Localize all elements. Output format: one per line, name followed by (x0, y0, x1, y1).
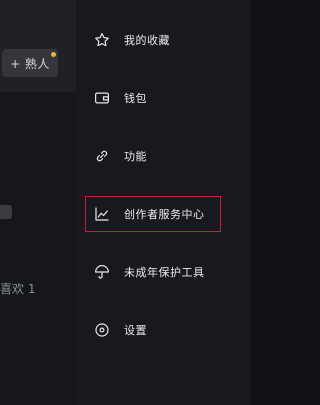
profile-tag-chip (0, 205, 12, 219)
umbrella-icon (92, 262, 112, 282)
menu-item-wallet[interactable]: 钱包 (76, 78, 251, 118)
menu-item-label: 未成年保护工具 (124, 266, 205, 279)
menu-item-label: 设置 (124, 324, 147, 337)
profile-header-band (0, 0, 76, 92)
menu-item-label: 功能 (124, 150, 147, 163)
add-friend-button[interactable]: + 熟人 (2, 49, 58, 77)
highlight-box (85, 196, 221, 232)
wallet-icon (92, 88, 112, 108)
menu-item-favorites[interactable]: 我的收藏 (76, 20, 251, 60)
settings-icon (92, 320, 112, 340)
star-icon (92, 30, 112, 50)
menu-item-settings[interactable]: 设置 (76, 310, 251, 350)
add-friend-label: + 熟人 (10, 56, 50, 71)
menu-item-label: 钱包 (124, 92, 147, 105)
profile-background: + 熟人 喜欢 1 (0, 0, 76, 405)
link-icon (92, 146, 112, 166)
menu-item-minor-protection[interactable]: 未成年保护工具 (76, 252, 251, 292)
likes-count: 喜欢 1 (0, 282, 36, 296)
menu-item-features[interactable]: 功能 (76, 136, 251, 176)
menu-item-label: 我的收藏 (124, 34, 170, 47)
notification-dot (51, 52, 56, 57)
